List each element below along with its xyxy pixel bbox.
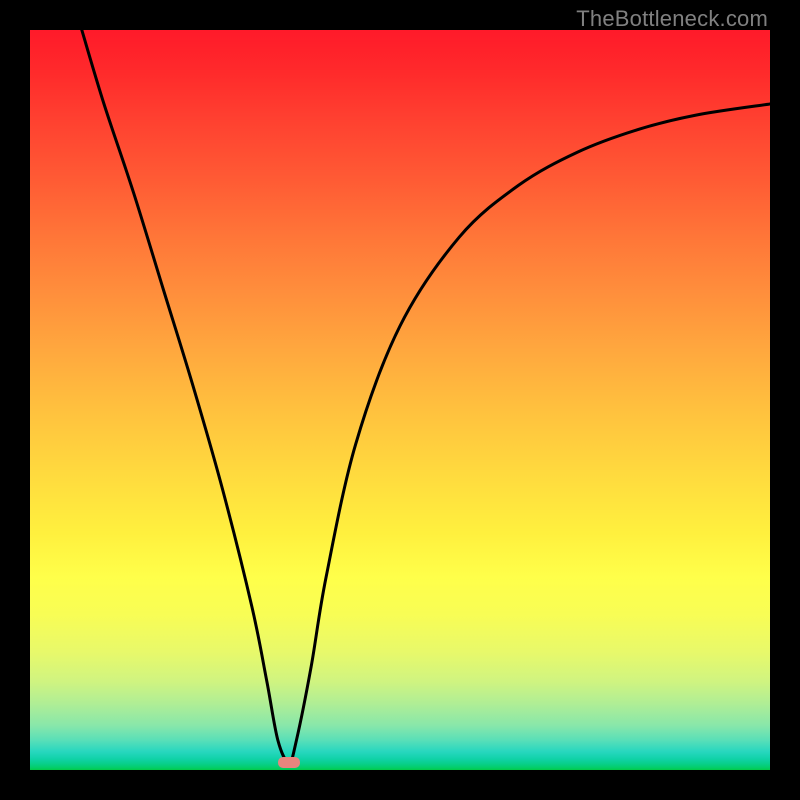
minimum-marker (278, 757, 300, 768)
watermark-text: TheBottleneck.com (576, 6, 768, 32)
bottleneck-curve (82, 30, 770, 763)
plot-area (30, 30, 770, 770)
chart-container: TheBottleneck.com (0, 0, 800, 800)
curve-svg (30, 30, 770, 770)
